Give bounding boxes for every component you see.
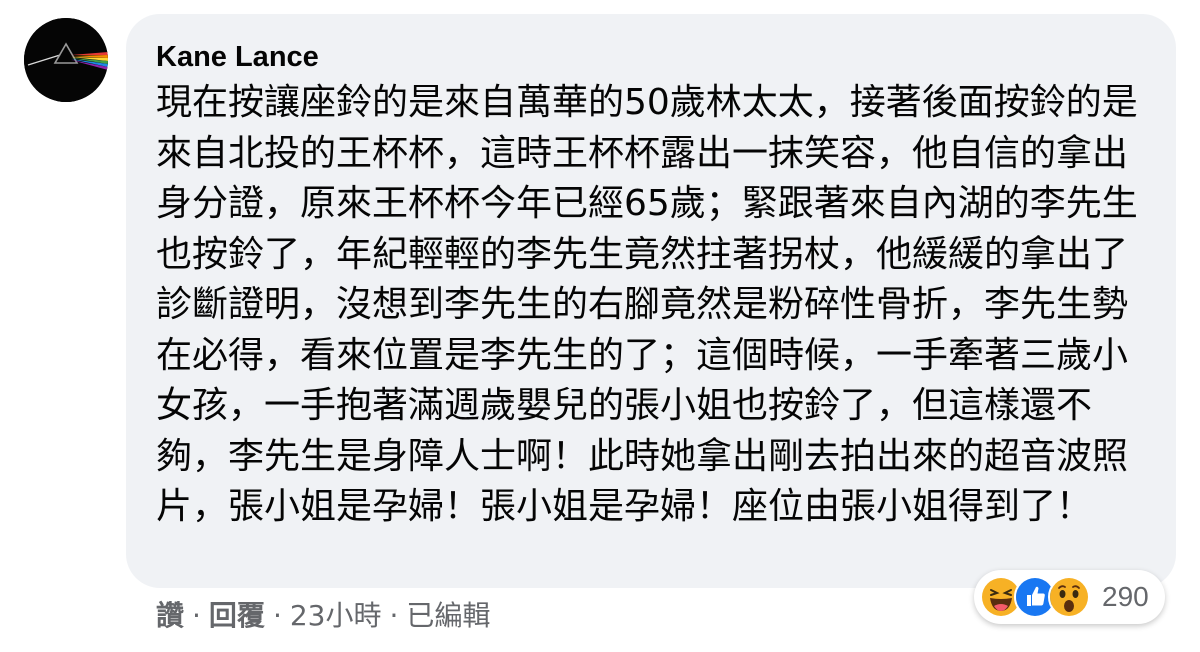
- reply-button[interactable]: 回覆: [209, 596, 265, 636]
- prism-icon: [24, 18, 108, 102]
- wow-icon: [1048, 576, 1090, 618]
- comment-bubble: Kane Lance 現在按讓座鈴的是來自萬華的50歲林太太，接著後面按鈴的是來…: [126, 14, 1176, 588]
- reaction-count: 290: [1102, 581, 1149, 612]
- separator: ·: [192, 599, 201, 632]
- avatar[interactable]: [24, 18, 108, 102]
- separator: ·: [272, 599, 282, 632]
- like-button[interactable]: 讚: [156, 596, 184, 636]
- reactions-summary[interactable]: 290: [974, 570, 1165, 624]
- comment-text: 現在按讓座鈴的是來自萬華的50歲林太太，接著後面按鈴的是來自北投的王杯杯，這時王…: [156, 82, 1138, 527]
- comment-author[interactable]: Kane Lance: [156, 40, 319, 74]
- timestamp-link[interactable]: 23小時: [290, 596, 382, 636]
- comment-actions: 讚 · 回覆 · 23小時 · 已編輯: [156, 596, 490, 636]
- edited-label[interactable]: 已編輯: [406, 596, 490, 636]
- separator: ·: [389, 599, 399, 632]
